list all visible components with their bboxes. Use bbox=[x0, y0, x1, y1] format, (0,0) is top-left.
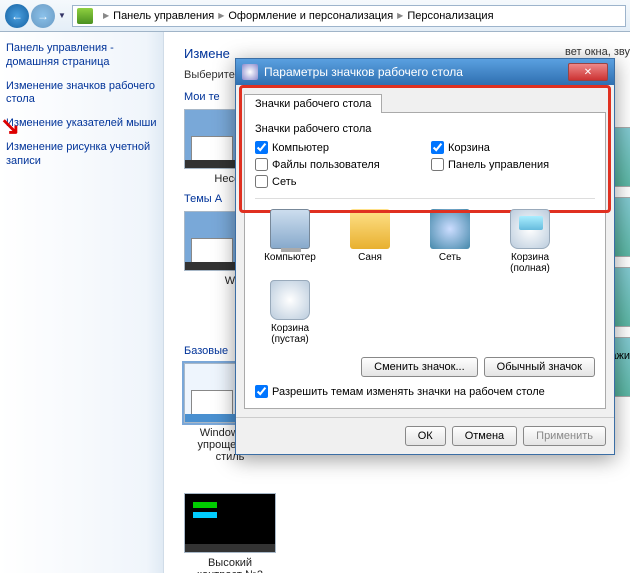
change-icon-button[interactable]: Сменить значок... bbox=[361, 357, 478, 377]
network-icon bbox=[430, 209, 470, 249]
breadcrumb-item[interactable]: Панель управления bbox=[113, 10, 214, 22]
theme-label: Высокий контраст №2 bbox=[197, 557, 263, 573]
icon-item-user[interactable]: Саня bbox=[335, 209, 405, 274]
sidebar-link-account-picture[interactable]: Изменение рисунка учетной записи bbox=[6, 141, 157, 169]
allow-themes-label: Разрешить темам изменять значки на рабоч… bbox=[272, 386, 545, 398]
icon-item-bin-full[interactable]: Корзина (полная) bbox=[495, 209, 565, 274]
group-label: Значки рабочего стола bbox=[255, 123, 595, 135]
sidebar-home-link[interactable]: Панель управления - домашняя страница bbox=[6, 42, 157, 70]
close-button[interactable]: ✕ bbox=[568, 63, 608, 81]
checkbox-user-files[interactable]: Файлы пользователя bbox=[255, 158, 419, 171]
chevron-right-icon: ▶ bbox=[103, 11, 109, 20]
theme-card[interactable]: Высокий контраст №2 bbox=[184, 493, 276, 573]
sidebar-link-desktop-icons[interactable]: Изменение значков рабочего стола bbox=[6, 80, 157, 108]
checkbox-recycle-bin[interactable]: Корзина bbox=[431, 141, 595, 154]
recycle-bin-empty-icon bbox=[270, 280, 310, 320]
icon-item-computer[interactable]: Компьютер bbox=[255, 209, 325, 274]
breadcrumb-item[interactable]: Персонализация bbox=[407, 10, 493, 22]
dialog-icon bbox=[242, 64, 258, 80]
recycle-bin-full-icon bbox=[510, 209, 550, 249]
forward-button[interactable]: → bbox=[31, 4, 55, 28]
checkbox-computer[interactable]: Компьютер bbox=[255, 141, 419, 154]
breadcrumb-item[interactable]: Оформление и персонализация bbox=[228, 10, 393, 22]
chevron-right-icon: ▶ bbox=[218, 11, 224, 20]
checkbox-control-panel[interactable]: Панель управления bbox=[431, 158, 595, 171]
computer-icon bbox=[270, 209, 310, 249]
default-icon-button[interactable]: Обычный значок bbox=[484, 357, 595, 377]
sidebar-link-mouse-pointers[interactable]: Изменение указателей мыши bbox=[6, 117, 157, 131]
dialog-title: Параметры значков рабочего стола bbox=[264, 65, 463, 79]
checkbox-allow-themes[interactable] bbox=[255, 385, 268, 398]
dialog-titlebar[interactable]: Параметры значков рабочего стола ✕ bbox=[236, 59, 614, 85]
back-button[interactable]: ← bbox=[5, 4, 29, 28]
history-dropdown[interactable]: ▼ bbox=[56, 4, 68, 28]
nav-toolbar: ← → ▼ ▶ Панель управления ▶ Оформление и… bbox=[0, 0, 630, 32]
control-panel-icon bbox=[77, 8, 93, 24]
icon-item-network[interactable]: Сеть bbox=[415, 209, 485, 274]
sidebar: Панель управления - домашняя страница Из… bbox=[0, 32, 164, 573]
chevron-right-icon: ▶ bbox=[397, 11, 403, 20]
theme-label: W bbox=[225, 275, 235, 287]
icon-preview-grid: Компьютер Саня Сеть Корзина (полная) Кор… bbox=[255, 198, 595, 345]
icon-item-bin-empty[interactable]: Корзина (пустая) bbox=[255, 280, 325, 345]
apply-button[interactable]: Применить bbox=[523, 426, 606, 446]
cutoff-text: вет окна, зву bbox=[565, 46, 630, 58]
desktop-icons-dialog: Параметры значков рабочего стола ✕ Значк… bbox=[235, 58, 615, 455]
tab-desktop-icons[interactable]: Значки рабочего стола bbox=[244, 94, 382, 113]
folder-icon bbox=[350, 209, 390, 249]
checkbox-network[interactable]: Сеть bbox=[255, 175, 419, 188]
breadcrumb[interactable]: ▶ Панель управления ▶ Оформление и персо… bbox=[72, 5, 626, 27]
cancel-button[interactable]: Отмена bbox=[452, 426, 517, 446]
ok-button[interactable]: ОК bbox=[405, 426, 446, 446]
